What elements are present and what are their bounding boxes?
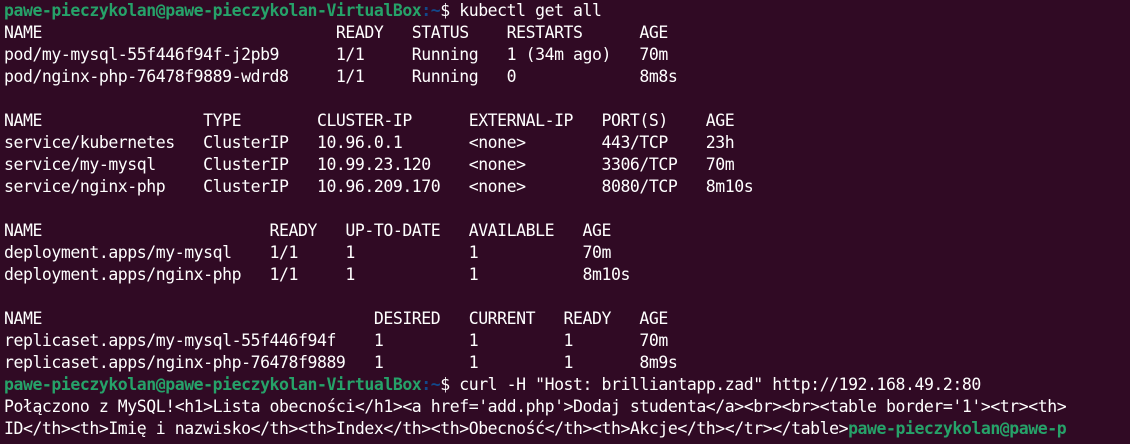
prompt-symbol: $ xyxy=(440,1,460,20)
pod-row: pod/my-mysql-55f446f94f-j2pb9 1/1 Runnin… xyxy=(4,45,668,64)
service-row: service/kubernetes ClusterIP 10.96.0.1 <… xyxy=(4,133,735,152)
prompt-path: :~ xyxy=(421,375,441,394)
prompt-user-host-partial: pawe-pieczykolan@pawe-p xyxy=(848,419,1067,438)
replicaset-row: replicaset.apps/my-mysql-55f446f94f 1 1 … xyxy=(4,331,668,350)
pod-row: pod/nginx-php-76478f9889-wdrd8 1/1 Runni… xyxy=(4,67,678,86)
service-row: service/my-mysql ClusterIP 10.99.23.120 … xyxy=(4,155,735,174)
deployment-row: deployment.apps/nginx-php 1/1 1 1 8m10s xyxy=(4,265,630,284)
replicaset-row: replicaset.apps/nginx-php-76478f9889 1 1… xyxy=(4,353,678,372)
command-curl: curl -H "Host: brilliantapp.zad" http://… xyxy=(459,375,981,394)
deployments-header: NAME READY UP-TO-DATE AVAILABLE AGE xyxy=(4,221,611,240)
deployment-row: deployment.apps/my-mysql 1/1 1 1 70m xyxy=(4,243,611,262)
prompt-path: :~ xyxy=(421,1,441,20)
curl-output-line-1: Połączono z MySQL!<h1>Lista obecności</h… xyxy=(4,397,1067,416)
curl-output-text: ID</th><th>Imię i nazwisko</th><th>Index… xyxy=(4,419,849,438)
prompt-user-host: pawe-pieczykolan@pawe-pieczykolan-Virtua… xyxy=(4,375,422,394)
pods-header: NAME READY STATUS RESTARTS AGE xyxy=(4,23,668,42)
curl-output-line-2: ID</th><th>Imię i nazwisko</th><th>Index… xyxy=(4,418,1130,440)
prompt-line-1: pawe-pieczykolan@pawe-pieczykolan-Virtua… xyxy=(4,0,1130,22)
prompt-symbol: $ xyxy=(440,375,460,394)
terminal-window[interactable]: pawe-pieczykolan@pawe-pieczykolan-Virtua… xyxy=(0,0,1130,444)
prompt-user-host: pawe-pieczykolan@pawe-pieczykolan-Virtua… xyxy=(4,1,422,20)
service-row: service/nginx-php ClusterIP 10.96.209.17… xyxy=(4,177,754,196)
prompt-line-2: pawe-pieczykolan@pawe-pieczykolan-Virtua… xyxy=(4,374,1130,396)
services-header: NAME TYPE CLUSTER-IP EXTERNAL-IP PORT(S)… xyxy=(4,111,735,130)
replicasets-header: NAME DESIRED CURRENT READY AGE xyxy=(4,309,668,328)
command-kubectl: kubectl get all xyxy=(459,1,602,20)
